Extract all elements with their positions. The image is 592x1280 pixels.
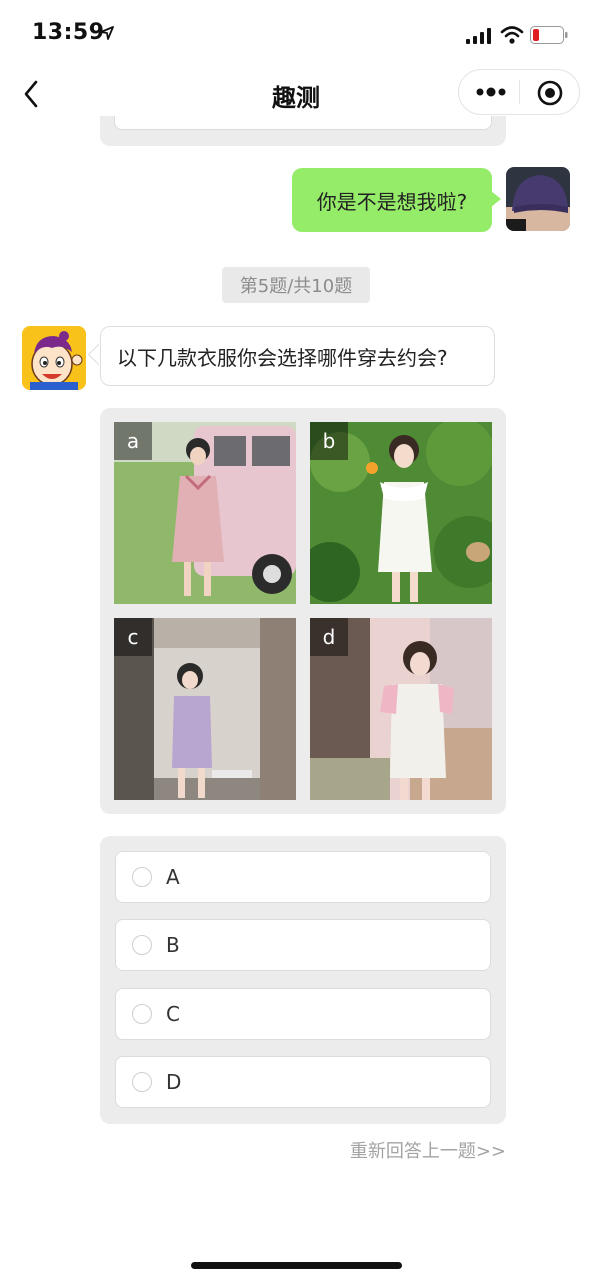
user-message-bubble: 你是不是想我啦? [292,168,492,232]
radio-icon[interactable] [132,1004,152,1024]
option-label: C [166,1002,180,1026]
more-dots-icon[interactable] [472,81,512,103]
previous-option [114,116,492,130]
image-label: c [114,618,152,656]
redo-previous-link[interactable]: 重新回答上一题>> [300,1137,506,1163]
outfit-image-c[interactable]: c [114,618,296,800]
battery-low-icon [530,26,568,44]
radio-icon[interactable] [132,867,152,887]
question-bubble: 以下几款衣服你会选择哪件穿去约会? [100,326,495,386]
image-label: d [310,618,348,656]
option-b[interactable]: B [115,919,491,971]
location-arrow-icon [100,26,114,40]
image-label: a [114,422,152,460]
user-bubble-tail [491,191,501,207]
option-c[interactable]: C [115,988,491,1040]
outfit-image-d[interactable]: d [310,618,492,800]
wifi-icon [500,26,524,44]
option-label: B [166,933,180,957]
signal-icon [466,28,491,44]
option-label: D [166,1070,182,1094]
option-a[interactable]: A [115,851,491,903]
status-time: 13:59 [32,20,105,45]
question-progress-tag: 第5题/共10题 [222,267,370,303]
radio-icon[interactable] [132,935,152,955]
outfit-image-a[interactable]: a [114,422,296,604]
bot-avatar[interactable] [22,326,86,390]
capsule-divider [519,80,520,104]
target-icon[interactable] [536,79,564,107]
option-d[interactable]: D [115,1056,491,1108]
outfit-image-b[interactable]: b [310,422,492,604]
user-avatar[interactable] [506,167,570,231]
radio-icon[interactable] [132,1072,152,1092]
option-label: A [166,865,180,889]
image-label: b [310,422,348,460]
home-indicator[interactable] [191,1262,402,1269]
